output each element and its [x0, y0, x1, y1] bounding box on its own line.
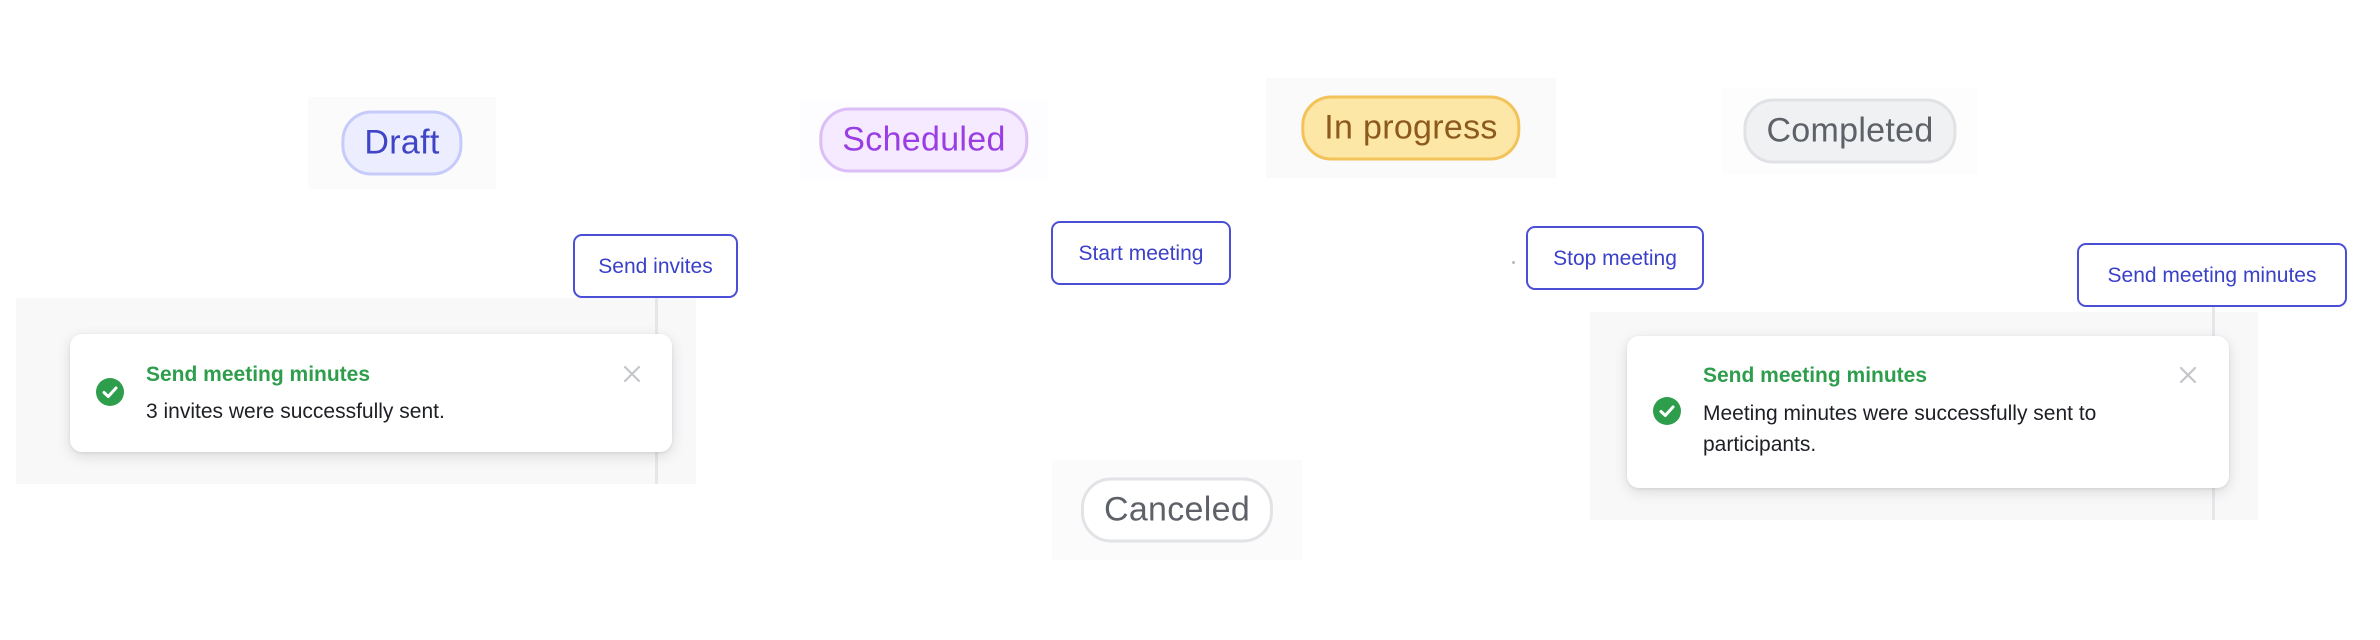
toast-message: Meeting minutes were successfully sent t…: [1703, 402, 2097, 456]
close-icon[interactable]: [2177, 364, 2199, 386]
send-invites-button[interactable]: Send invites: [573, 234, 738, 298]
status-badge-draft: Draft: [341, 110, 463, 176]
stop-meeting-button[interactable]: Stop meeting: [1526, 226, 1704, 290]
status-card-in-progress: In progress: [1266, 78, 1556, 178]
close-icon[interactable]: [621, 363, 643, 385]
toast-title: Send meeting minutes: [1703, 364, 1928, 387]
toast-invites-sent: Send meeting minutes 3 invites were succ…: [70, 334, 672, 452]
divider-dot: [1512, 261, 1515, 264]
status-card-draft: Draft: [308, 97, 496, 189]
status-badge-scheduled: Scheduled: [819, 107, 1029, 173]
toast-message: 3 invites were successfully sent.: [146, 400, 445, 423]
status-card-canceled: Canceled: [1052, 460, 1302, 560]
status-badge-completed: Completed: [1743, 98, 1957, 164]
toast-minutes-sent: Send meeting minutes Meeting minutes wer…: [1627, 336, 2229, 488]
start-meeting-button[interactable]: Start meeting: [1051, 221, 1231, 285]
status-badge-in-progress: In progress: [1301, 95, 1521, 161]
status-card-scheduled: Scheduled: [800, 100, 1048, 180]
status-badge-canceled: Canceled: [1080, 477, 1274, 543]
check-circle-icon: [1653, 397, 1681, 425]
check-circle-icon: [96, 378, 124, 406]
send-meeting-minutes-button[interactable]: Send meeting minutes: [2077, 243, 2347, 307]
status-card-completed: Completed: [1722, 88, 1978, 174]
toast-title: Send meeting minutes: [146, 363, 371, 386]
